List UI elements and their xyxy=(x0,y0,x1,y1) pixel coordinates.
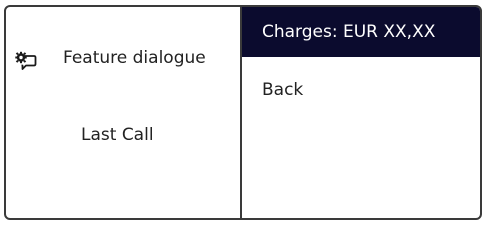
options-menu: Charges: EUR XX,XX Back xyxy=(242,7,480,218)
feature-dialogue-row[interactable]: Feature dialogue xyxy=(6,43,240,73)
menu-item-back[interactable]: Back xyxy=(242,65,480,115)
feature-dialogue-label: Feature dialogue xyxy=(63,48,206,68)
dialog-frame: Feature dialogue Last Call Charges: EUR … xyxy=(4,5,482,220)
feature-settings-chat-icon xyxy=(15,51,37,71)
menu-item-charges[interactable]: Charges: EUR XX,XX xyxy=(242,7,480,57)
left-panel: Feature dialogue Last Call xyxy=(6,7,240,218)
last-call-label[interactable]: Last Call xyxy=(81,125,154,145)
